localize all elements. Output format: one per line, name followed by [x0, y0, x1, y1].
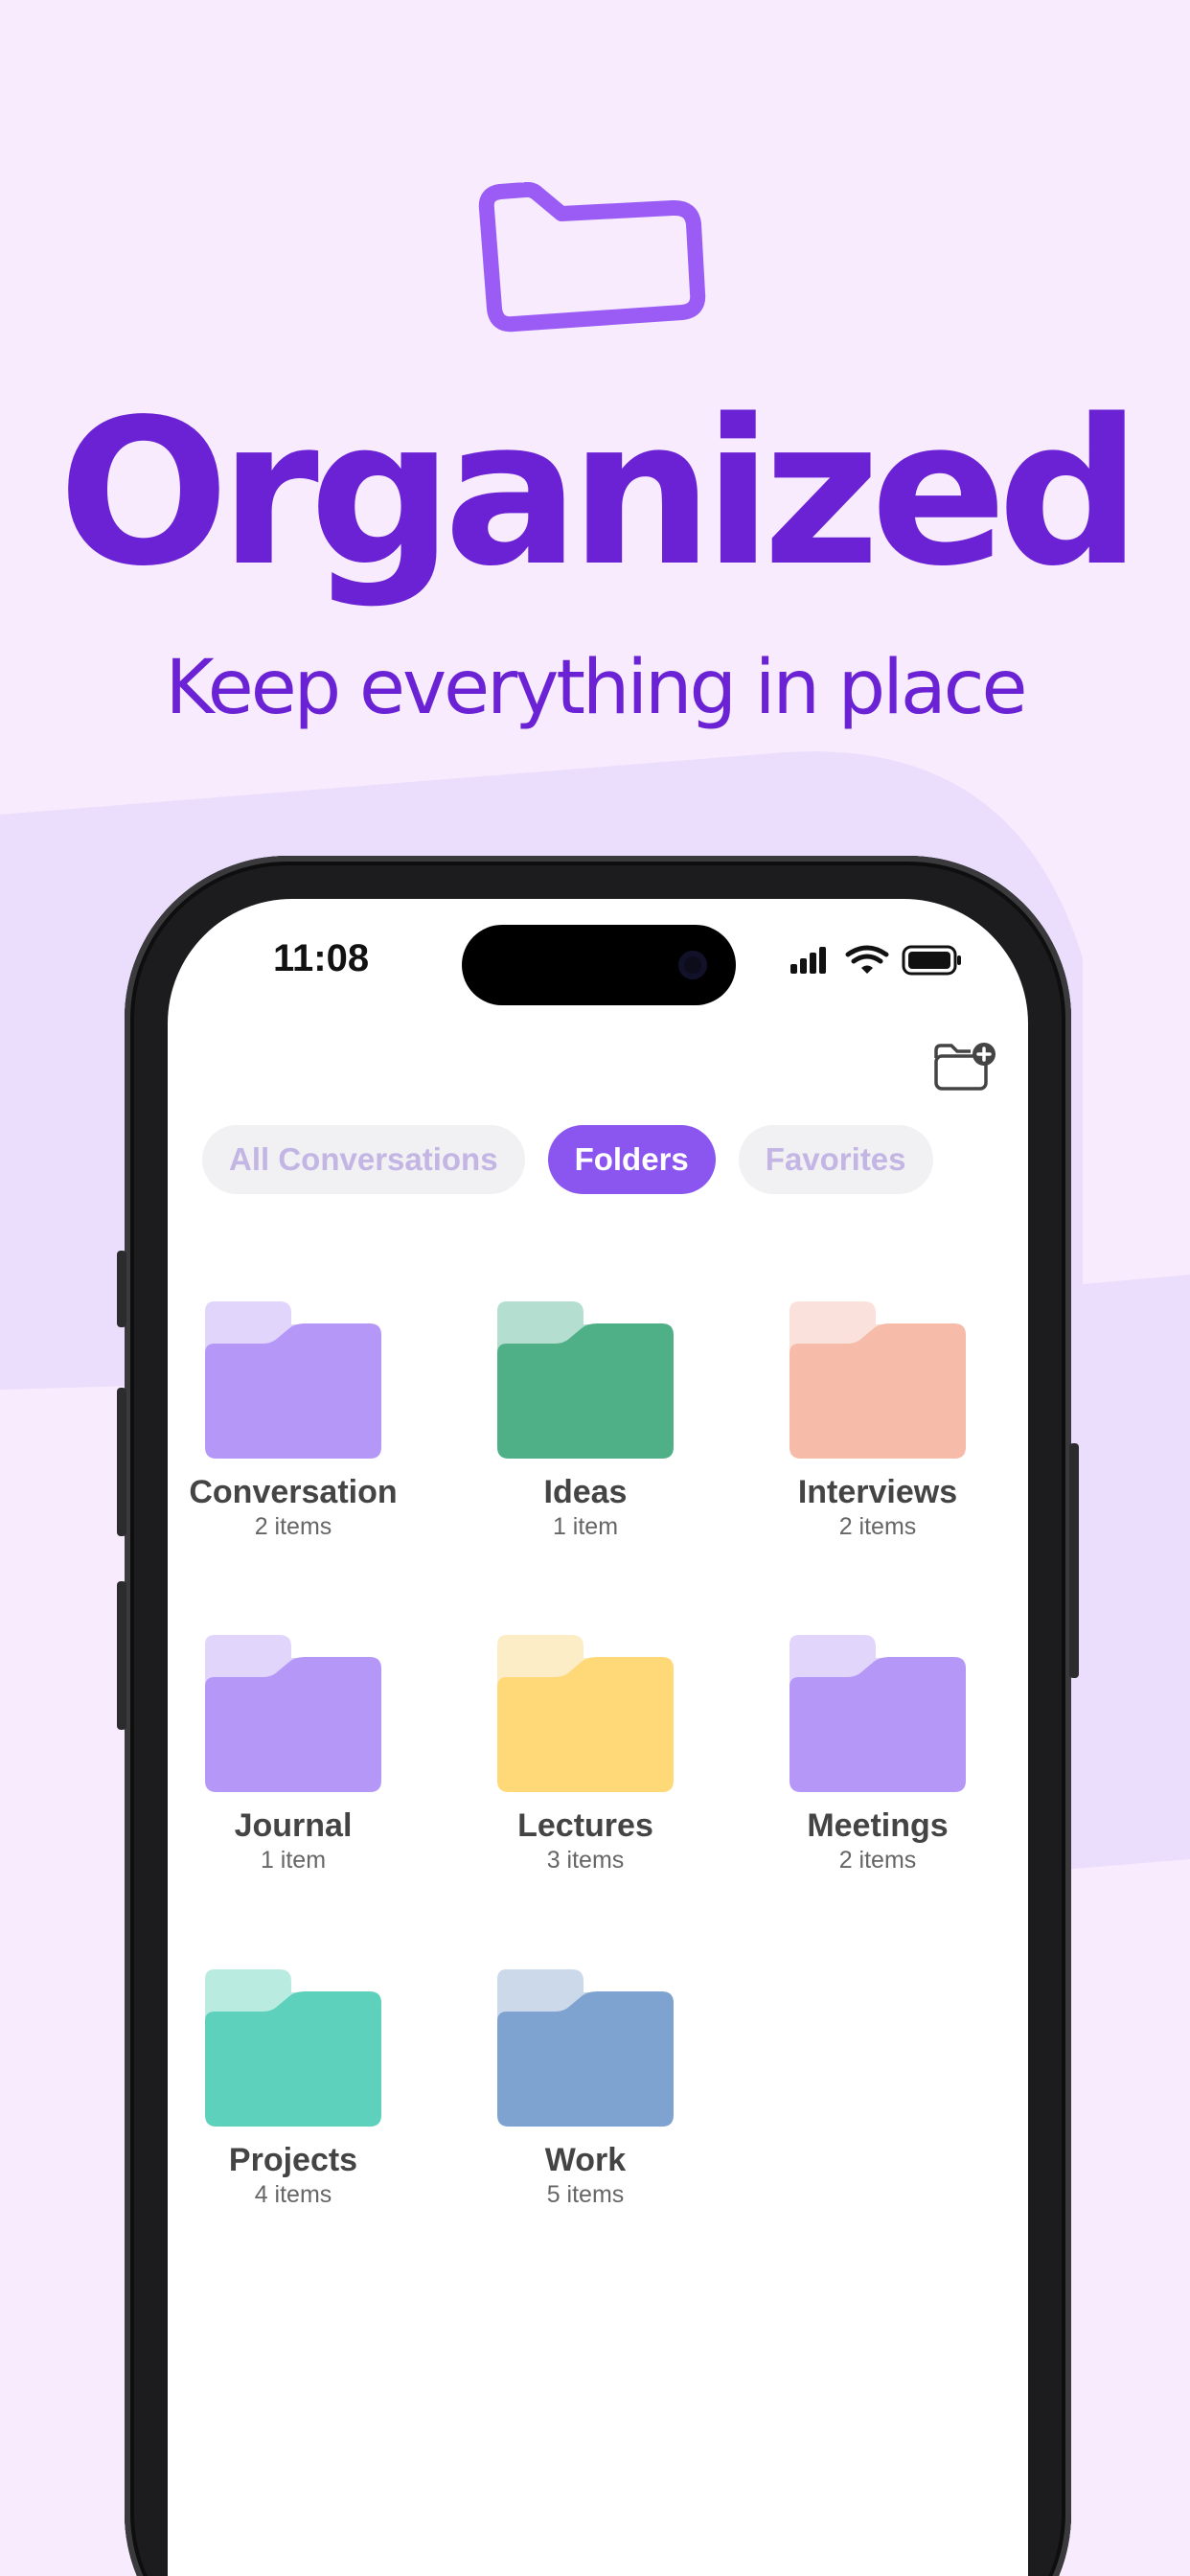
folder-count: 2 items — [838, 1513, 917, 1540]
folder-name: Journal — [234, 1807, 353, 1844]
folder-name: Conversation — [189, 1474, 398, 1510]
folder-item[interactable]: Journal 1 item — [169, 1635, 418, 1874]
folder-icon — [497, 1969, 674, 2127]
folder-name: Lectures — [517, 1807, 653, 1844]
folder-name: Interviews — [797, 1474, 958, 1510]
folder-count: 2 items — [254, 1513, 332, 1540]
phone-power-button — [1069, 1443, 1079, 1678]
hero-subtitle: Keep everything in place — [165, 645, 1027, 731]
folder-icon — [205, 1635, 381, 1792]
folder-name: Ideas — [543, 1474, 628, 1510]
status-time: 11:08 — [273, 937, 370, 979]
folder-item[interactable]: Lectures 3 items — [461, 1635, 710, 1874]
folder-count: 5 items — [546, 2181, 625, 2208]
folder-count: 4 items — [254, 2181, 332, 2208]
folder-name: Meetings — [807, 1807, 949, 1844]
folder-item[interactable]: Meetings 2 items — [753, 1635, 1002, 1874]
tab-favorites[interactable]: Favorites — [738, 1125, 933, 1194]
phone-action-button — [117, 1251, 126, 1327]
view-tabs: All Conversations Folders Favorites — [202, 1125, 933, 1194]
folder-item[interactable]: Work 5 items — [461, 1969, 710, 2209]
folder-outline-icon — [478, 182, 706, 333]
folder-name: Projects — [228, 2142, 358, 2178]
folder-count: 1 item — [260, 1847, 327, 1874]
folder-name: Work — [544, 2142, 627, 2178]
folder-count: 1 item — [552, 1513, 619, 1540]
wifi-icon — [845, 945, 889, 974]
camera-icon — [678, 951, 707, 979]
phone-frame: 11:08 All Conversations Folders Favorite… — [117, 856, 1079, 2576]
folder-icon — [205, 1301, 381, 1459]
hero-title: Organized — [57, 376, 1142, 610]
folder-icon — [497, 1635, 674, 1792]
folder-item[interactable]: Conversation 2 items — [169, 1301, 418, 1541]
phone-volume-up — [117, 1388, 126, 1536]
status-icons — [790, 945, 961, 976]
folder-item[interactable]: Projects 4 items — [169, 1969, 418, 2209]
phone-volume-down — [117, 1581, 126, 1730]
folder-item[interactable]: Interviews 2 items — [753, 1301, 1002, 1541]
folder-icon — [497, 1301, 674, 1459]
dynamic-island — [462, 925, 736, 1005]
new-folder-icon[interactable] — [932, 1041, 997, 1092]
folder-icon — [790, 1635, 966, 1792]
folder-icon — [790, 1301, 966, 1459]
tab-folders[interactable]: Folders — [547, 1125, 716, 1194]
signal-icon — [790, 947, 826, 974]
battery-icon — [902, 945, 961, 976]
folder-count: 2 items — [838, 1847, 917, 1874]
folder-count: 3 items — [546, 1847, 625, 1874]
folder-item[interactable]: Ideas 1 item — [461, 1301, 710, 1541]
folder-icon — [205, 1969, 381, 2127]
phone-screen: 11:08 All Conversations Folders Favorite… — [168, 899, 1028, 2576]
tab-all-conversations[interactable]: All Conversations — [202, 1125, 525, 1194]
